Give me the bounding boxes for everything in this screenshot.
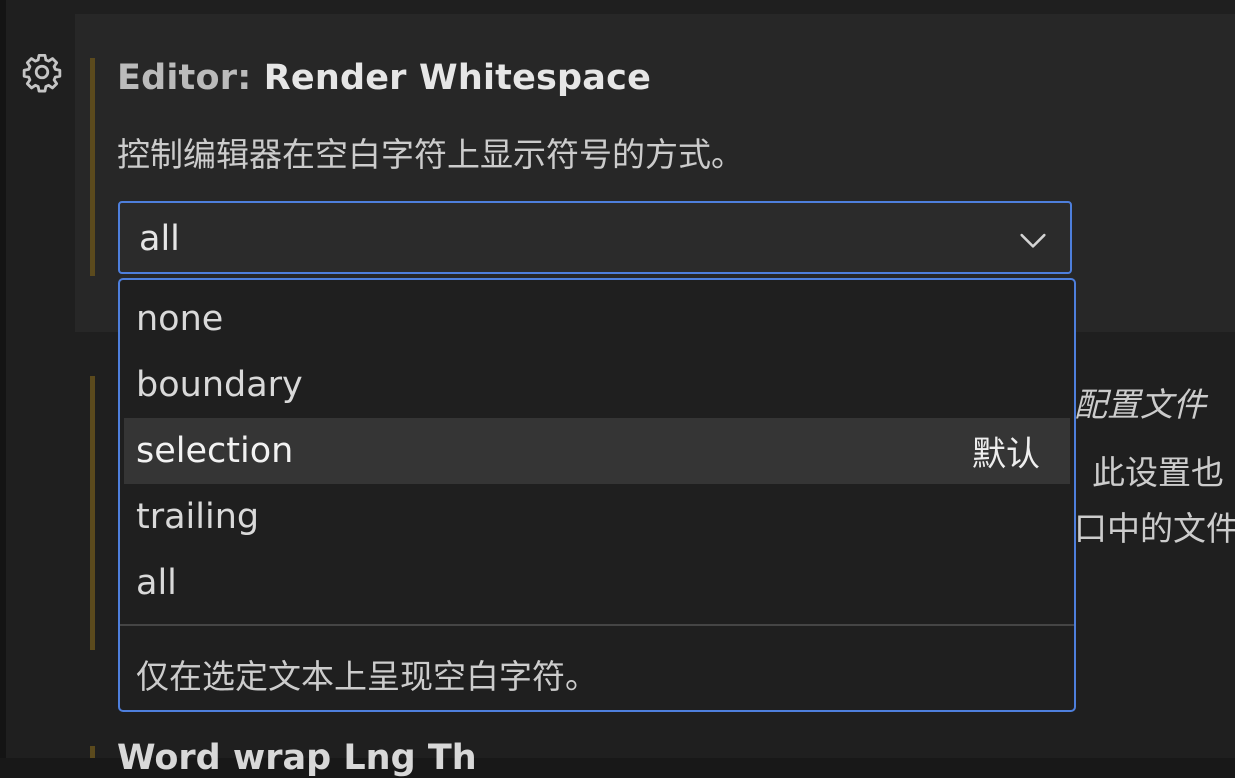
setting-description: 控制编辑器在空白字符上显示符号的方式。 xyxy=(117,135,744,174)
dropdown-option-boundary[interactable]: boundary xyxy=(124,352,1070,418)
setting-title: Editor: Render Whitespace xyxy=(117,58,651,98)
dropdown-divider xyxy=(120,624,1074,626)
dropdown-option-trailing[interactable]: trailing xyxy=(124,484,1070,550)
option-label: all xyxy=(136,563,177,603)
modified-indicator xyxy=(90,376,95,650)
dropdown-option-none[interactable]: none xyxy=(124,286,1070,352)
modified-indicator xyxy=(90,58,95,276)
modified-indicator xyxy=(90,746,95,758)
option-label: trailing xyxy=(136,497,260,537)
top-strip xyxy=(0,0,1235,12)
background-setting-text: 此设置也 xyxy=(1092,453,1224,492)
background-setting-text: 口中的文件 xyxy=(1074,509,1235,548)
option-label: boundary xyxy=(136,365,303,405)
chevron-down-icon xyxy=(1016,223,1050,257)
setting-name: Render Whitespace xyxy=(263,58,652,98)
option-label: none xyxy=(136,299,224,339)
default-badge: 默认 xyxy=(972,434,1040,475)
option-label: selection xyxy=(136,431,294,471)
render-whitespace-select[interactable]: all xyxy=(118,201,1072,274)
option-description: 仅在选定文本上呈现空白字符。 xyxy=(136,657,598,696)
gear-icon[interactable] xyxy=(20,50,64,94)
select-current-value: all xyxy=(139,219,180,259)
dropdown-option-all[interactable]: all xyxy=(124,550,1070,616)
next-setting-title: Word wrap Lng Th xyxy=(117,738,477,778)
dropdown-option-selection[interactable]: selection 默认 xyxy=(124,418,1070,484)
select-dropdown-list: none boundary selection 默认 trailing all … xyxy=(118,278,1076,712)
background-setting-text: 配置文件 xyxy=(1074,385,1206,424)
setting-category: Editor: xyxy=(117,58,264,98)
